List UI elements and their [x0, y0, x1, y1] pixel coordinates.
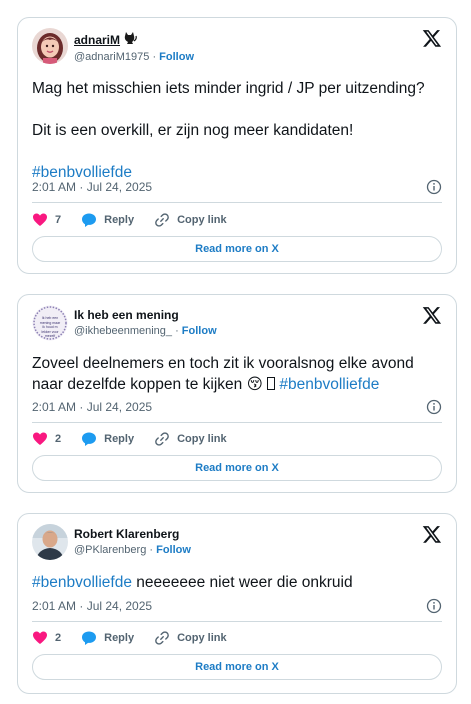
x-logo-icon[interactable]: [422, 305, 442, 325]
link-icon: [154, 630, 170, 646]
like-count: 7: [55, 214, 62, 226]
copy-link-label: Copy link: [177, 433, 227, 445]
x-logo-icon[interactable]: [422, 28, 442, 48]
reply-bubble-icon: [81, 212, 97, 228]
tweet-card-pklarenberg: Robert Klarenberg @PKlarenberg · Follow …: [17, 513, 457, 694]
copy-link-button[interactable]: Copy link: [154, 212, 227, 228]
display-name[interactable]: Ik heb een mening: [74, 308, 217, 322]
follow-link[interactable]: Follow: [182, 325, 217, 337]
like-button[interactable]: 2: [32, 431, 61, 447]
action-bar: 2 Reply Copy link: [32, 628, 442, 648]
tweet-line: Dit is een overkill, er zijn nog meer ka…: [32, 122, 354, 139]
kissing-face-emoji: 😚: [246, 376, 263, 393]
reply-button[interactable]: Reply: [81, 431, 134, 447]
hashtag-link[interactable]: #benbvolliefde: [279, 376, 379, 393]
reply-bubble-icon: [81, 630, 97, 646]
unknown-glyph-icon: [267, 377, 276, 390]
divider: [32, 202, 442, 203]
tweet-line: neeeeeee niet weer die onkruid: [131, 574, 353, 591]
read-more-button[interactable]: Read more on X: [32, 455, 442, 481]
reply-label: Reply: [104, 214, 135, 226]
separator: ·: [149, 51, 160, 63]
tweet-text: Mag het misschien iets minder ingrid / J…: [32, 78, 442, 183]
divider: [32, 422, 442, 423]
reply-button[interactable]: Reply: [81, 212, 134, 228]
divider: [32, 621, 442, 622]
reply-button[interactable]: Reply: [81, 630, 134, 646]
handle[interactable]: @adnariM1975: [74, 51, 149, 63]
tweet-text: Zoveel deelnemers en toch zit ik voorals…: [32, 353, 442, 395]
handle[interactable]: @ikhebeenmening_: [74, 325, 172, 337]
avatar[interactable]: [32, 524, 68, 560]
action-bar: 7 Reply Copy link: [32, 210, 442, 230]
info-icon[interactable]: [426, 399, 442, 415]
read-more-button[interactable]: Read more on X: [32, 654, 442, 680]
like-button[interactable]: 2: [32, 630, 61, 646]
timestamp[interactable]: 2:01 AM · Jul 24, 2025: [32, 599, 152, 613]
heart-icon: [32, 212, 48, 228]
tweet-card-ikhebeenmening: Ik heb een mening maar ik houd m lekker …: [17, 294, 457, 493]
copy-link-label: Copy link: [177, 214, 227, 226]
separator: ·: [146, 544, 157, 556]
reply-label: Reply: [104, 433, 135, 445]
link-icon: [154, 212, 170, 228]
read-more-button[interactable]: Read more on X: [32, 236, 442, 262]
avatar-text: Ik heb een mening maar ik houd m lekker …: [39, 316, 61, 338]
display-name[interactable]: adnariM: [74, 31, 194, 48]
x-logo-icon[interactable]: [422, 524, 442, 544]
tweet-card-adnarim: adnariM @adnariM1975 · Follow Mag het mi…: [17, 17, 457, 274]
timestamp[interactable]: 2:01 AM · Jul 24, 2025: [32, 400, 152, 414]
action-bar: 2 Reply Copy link: [32, 429, 442, 449]
tweet-text: #benbvolliefde neeeeeee niet weer die on…: [32, 572, 442, 593]
follow-link[interactable]: Follow: [159, 51, 194, 63]
copy-link-button[interactable]: Copy link: [154, 630, 227, 646]
hashtag-link[interactable]: #benbvolliefde: [32, 574, 132, 591]
heart-icon: [32, 630, 48, 646]
tweet-header: Robert Klarenberg @PKlarenberg · Follow: [32, 524, 442, 564]
avatar[interactable]: [32, 28, 68, 64]
link-icon: [154, 431, 170, 447]
like-count: 2: [55, 433, 62, 445]
heart-icon: [32, 431, 48, 447]
reply-label: Reply: [104, 632, 135, 644]
like-count: 2: [55, 632, 62, 644]
info-icon[interactable]: [426, 179, 442, 195]
info-icon[interactable]: [426, 598, 442, 614]
display-name[interactable]: Robert Klarenberg: [74, 527, 191, 541]
tweet-header: adnariM @adnariM1975 · Follow: [32, 28, 442, 68]
timestamp[interactable]: 2:01 AM · Jul 24, 2025: [32, 180, 152, 194]
tweet-line: Mag het misschien iets minder ingrid / J…: [32, 80, 425, 97]
follow-link[interactable]: Follow: [156, 544, 191, 556]
copy-link-label: Copy link: [177, 632, 227, 644]
reply-bubble-icon: [81, 431, 97, 447]
copy-link-button[interactable]: Copy link: [154, 431, 227, 447]
separator: ·: [172, 325, 182, 337]
cat-icon: [123, 31, 137, 48]
avatar[interactable]: Ik heb een mening maar ik houd m lekker …: [32, 305, 68, 341]
like-button[interactable]: 7: [32, 212, 61, 228]
handle[interactable]: @PKlarenberg: [74, 544, 146, 556]
tweet-header: Ik heb een mening maar ik houd m lekker …: [32, 305, 442, 345]
